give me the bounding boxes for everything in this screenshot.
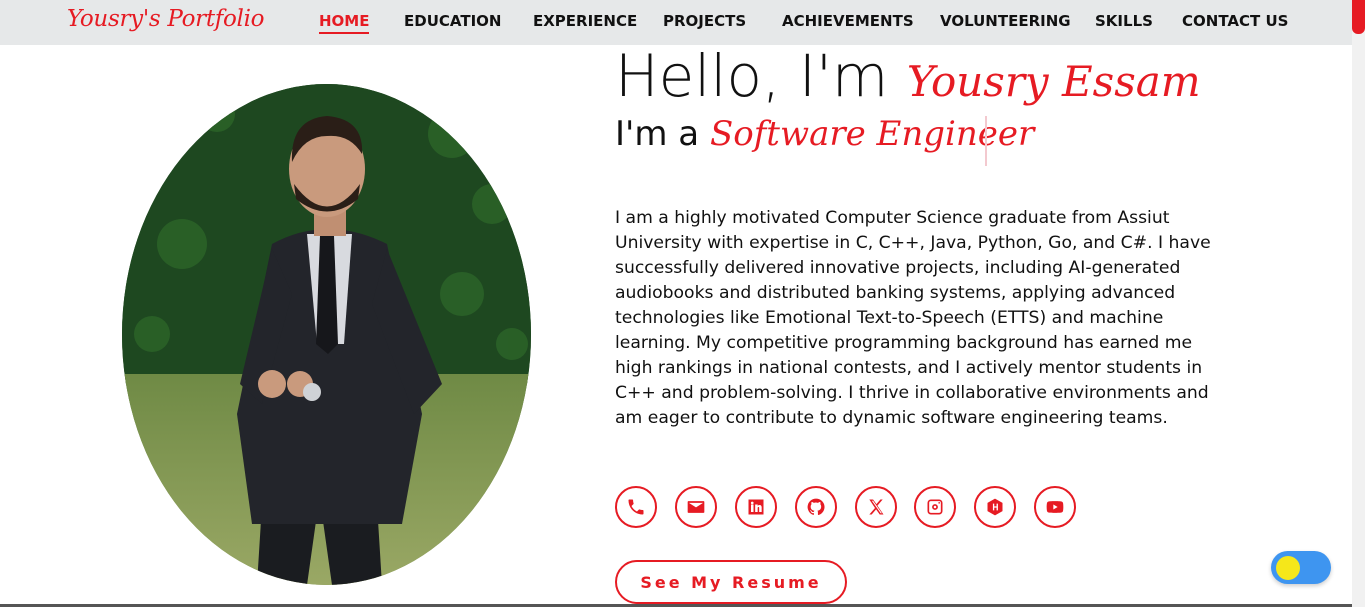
typing-cursor bbox=[985, 116, 987, 166]
hackerrank-icon[interactable] bbox=[974, 486, 1016, 528]
role-heading: I'm a Software Engineer bbox=[615, 114, 1034, 154]
nav-skills[interactable]: SKILLS bbox=[1095, 12, 1153, 30]
greeting-text: Hello, I'm bbox=[615, 42, 889, 110]
nav-home[interactable]: HOME bbox=[319, 12, 370, 34]
brand-logo[interactable]: Yousry's Portfolio bbox=[67, 6, 265, 32]
phone-icon[interactable] bbox=[615, 486, 657, 528]
role-prefix: I'm a bbox=[615, 114, 700, 154]
see-resume-button[interactable]: See My Resume bbox=[615, 560, 847, 604]
instagram-icon[interactable] bbox=[914, 486, 956, 528]
scrollbar-track[interactable] bbox=[1352, 0, 1365, 607]
github-icon[interactable] bbox=[795, 486, 837, 528]
nav-achievements[interactable]: ACHIEVEMENTS bbox=[782, 12, 914, 30]
nav-experience[interactable]: EXPERIENCE bbox=[533, 12, 637, 30]
nav-education[interactable]: EDUCATION bbox=[404, 12, 501, 30]
hero-name: Yousry Essam bbox=[906, 57, 1201, 106]
nav-contact-us[interactable]: CONTACT US bbox=[1182, 12, 1288, 30]
youtube-icon[interactable] bbox=[1034, 486, 1076, 528]
nav-volunteering[interactable]: VOLUNTEERING bbox=[940, 12, 1071, 30]
nav-projects[interactable]: PROJECTS bbox=[663, 12, 746, 30]
profile-photo bbox=[122, 84, 531, 585]
email-icon[interactable] bbox=[675, 486, 717, 528]
x-icon[interactable] bbox=[855, 486, 897, 528]
linkedin-icon[interactable] bbox=[735, 486, 777, 528]
greeting-heading: Hello, I'm Yousry Essam bbox=[615, 42, 1201, 110]
navbar: Yousry's Portfolio HOME EDUCATION EXPERI… bbox=[0, 0, 1352, 45]
bio-paragraph: I am a highly motivated Computer Science… bbox=[615, 208, 1211, 428]
scrollbar-thumb[interactable] bbox=[1352, 0, 1365, 34]
theme-toggle-knob[interactable] bbox=[1276, 556, 1300, 580]
